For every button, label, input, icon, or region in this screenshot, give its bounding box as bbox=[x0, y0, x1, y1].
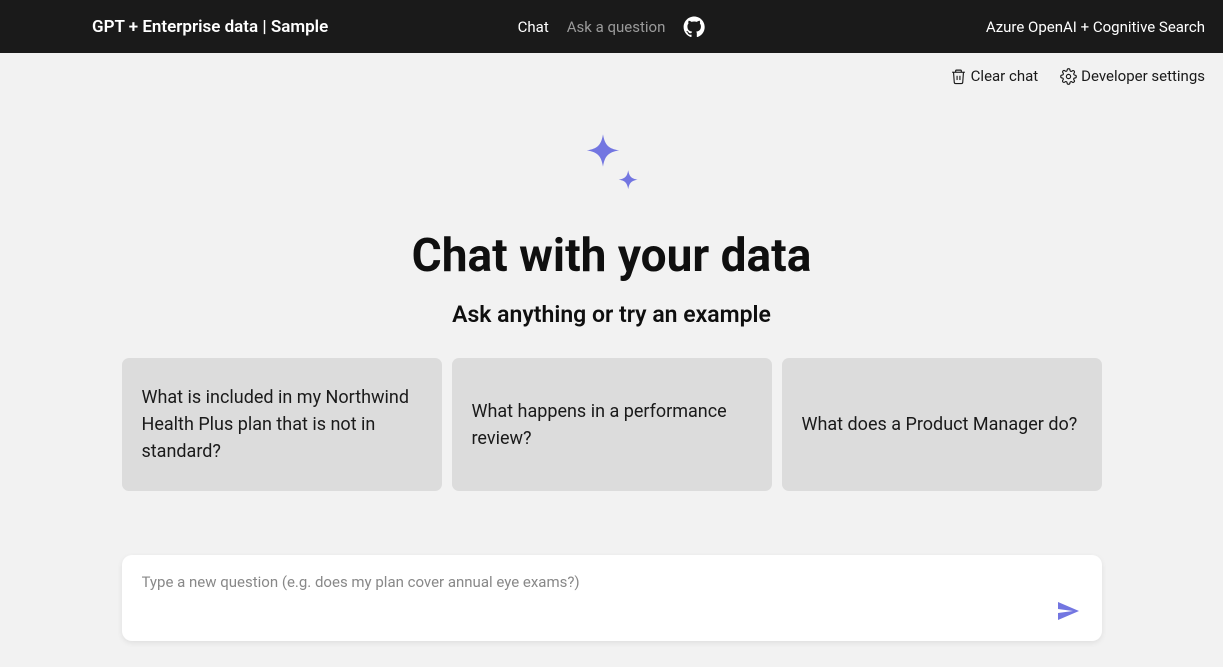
page-title: Chat with your data bbox=[412, 229, 812, 283]
header-nav: Chat Ask a question bbox=[518, 16, 706, 38]
app-header: GPT + Enterprise data | Sample Chat Ask … bbox=[0, 0, 1223, 53]
github-icon[interactable] bbox=[683, 16, 705, 38]
clear-chat-button[interactable]: Clear chat bbox=[950, 67, 1039, 85]
trash-icon bbox=[950, 68, 967, 85]
example-card-3[interactable]: What does a Product Manager do? bbox=[782, 358, 1102, 491]
example-cards: What is included in my Northwind Health … bbox=[122, 358, 1102, 491]
page-subtitle: Ask anything or try an example bbox=[452, 301, 771, 328]
main-content: Chat with your data Ask anything or try … bbox=[0, 99, 1223, 641]
chat-input[interactable] bbox=[142, 573, 1082, 591]
gear-icon bbox=[1060, 68, 1077, 85]
clear-chat-label: Clear chat bbox=[971, 67, 1039, 85]
send-icon bbox=[1056, 599, 1080, 623]
chat-input-container bbox=[122, 555, 1102, 641]
developer-settings-label: Developer settings bbox=[1081, 67, 1205, 85]
nav-ask-link[interactable]: Ask a question bbox=[567, 18, 666, 36]
sparkle-icon bbox=[567, 127, 657, 217]
toolbar: Clear chat Developer settings bbox=[0, 53, 1223, 99]
developer-settings-button[interactable]: Developer settings bbox=[1060, 67, 1205, 85]
send-button[interactable] bbox=[1052, 595, 1084, 627]
app-title: GPT + Enterprise data | Sample bbox=[92, 17, 328, 37]
example-card-2[interactable]: What happens in a performance review? bbox=[452, 358, 772, 491]
example-card-1[interactable]: What is included in my Northwind Health … bbox=[122, 358, 442, 491]
nav-chat-link[interactable]: Chat bbox=[518, 18, 549, 36]
header-right-label: Azure OpenAI + Cognitive Search bbox=[986, 18, 1205, 36]
